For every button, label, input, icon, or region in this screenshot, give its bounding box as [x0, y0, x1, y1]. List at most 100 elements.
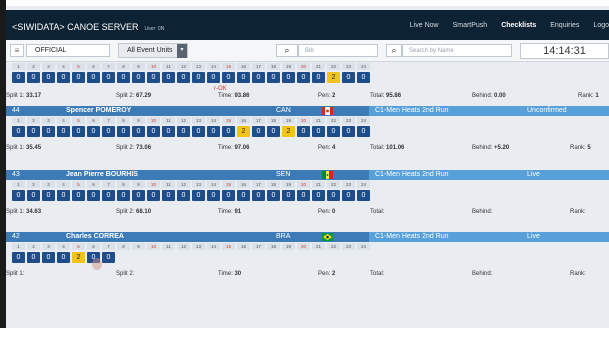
- name-search-input[interactable]: Search by Name: [402, 44, 512, 57]
- penalty-box[interactable]: 0: [207, 126, 220, 137]
- gate-number: 24: [357, 181, 370, 188]
- penalty-box[interactable]: 0: [42, 72, 55, 83]
- gate-number: 22: [327, 63, 340, 70]
- penalty-box[interactable]: 0: [312, 126, 325, 137]
- penalty-box[interactable]: 2: [282, 126, 295, 137]
- penalty-box[interactable]: 0: [57, 252, 70, 263]
- penalty-box[interactable]: 0: [27, 252, 40, 263]
- nav-logo[interactable]: Logo: [593, 22, 609, 29]
- penalty-box[interactable]: 0: [267, 72, 280, 83]
- penalty-box[interactable]: 0: [222, 126, 235, 137]
- pen: Pen: 0: [318, 209, 336, 215]
- penalty-box[interactable]: 0: [207, 72, 220, 83]
- main-nav: Live Now SmartPush Checklists Enquiries …: [410, 22, 609, 29]
- penalty-box[interactable]: 0: [57, 72, 70, 83]
- penalty-box[interactable]: 0: [87, 126, 100, 137]
- penalty-box[interactable]: 0: [327, 126, 340, 137]
- penalty-box[interactable]: 0: [252, 72, 265, 83]
- penalty-box[interactable]: 0: [222, 72, 235, 83]
- penalty-box[interactable]: 0: [222, 190, 235, 201]
- penalty-box[interactable]: 2: [237, 126, 250, 137]
- penalty-box[interactable]: 0: [12, 252, 25, 263]
- penalty-box[interactable]: 0: [42, 252, 55, 263]
- search-icon[interactable]: ⌕: [276, 44, 298, 57]
- penalty-box[interactable]: 0: [27, 190, 40, 201]
- penalty-box[interactable]: 0: [342, 126, 355, 137]
- penalty-box[interactable]: 0: [177, 190, 190, 201]
- penalty-box[interactable]: 0: [357, 126, 370, 137]
- user-label: User: 0N: [144, 26, 165, 32]
- penalty-box[interactable]: 0: [57, 126, 70, 137]
- penalty-box[interactable]: 0: [297, 72, 310, 83]
- penalty-box[interactable]: 0: [12, 72, 25, 83]
- penalty-box[interactable]: 0: [102, 252, 115, 263]
- penalty-box[interactable]: 0: [267, 190, 280, 201]
- penalty-box[interactable]: 0: [357, 190, 370, 201]
- nav-enquiries[interactable]: Enquiries: [550, 22, 579, 29]
- penalty-box[interactable]: 0: [297, 190, 310, 201]
- chevron-down-icon[interactable]: ▾: [177, 44, 187, 58]
- penalty-box[interactable]: 0: [87, 72, 100, 83]
- nav-live-now[interactable]: Live Now: [410, 22, 439, 29]
- penalty-box[interactable]: 0: [27, 126, 40, 137]
- penalty-box[interactable]: 0: [342, 190, 355, 201]
- event-units-select[interactable]: All Event Units ▾: [118, 43, 188, 58]
- penalty-box[interactable]: 0: [72, 190, 85, 201]
- official-field[interactable]: OFFICIAL: [26, 44, 110, 57]
- penalty-box[interactable]: 0: [252, 190, 265, 201]
- penalty-box[interactable]: 0: [102, 126, 115, 137]
- penalty-box[interactable]: 0: [282, 190, 295, 201]
- penalty-box[interactable]: 0: [132, 72, 145, 83]
- penalty-box[interactable]: 0: [87, 190, 100, 201]
- penalty-box[interactable]: 0: [12, 126, 25, 137]
- penalty-box[interactable]: 0: [312, 72, 325, 83]
- penalty-box[interactable]: 0: [72, 126, 85, 137]
- penalty-box[interactable]: 0: [177, 126, 190, 137]
- gate-number: 22: [327, 117, 340, 124]
- list-icon[interactable]: ≡: [10, 44, 24, 57]
- penalty-box[interactable]: 0: [177, 72, 190, 83]
- search-icon[interactable]: ⌕: [386, 44, 402, 57]
- penalty-box[interactable]: 0: [102, 72, 115, 83]
- penalty-box[interactable]: 0: [117, 190, 130, 201]
- penalty-box[interactable]: 0: [57, 190, 70, 201]
- penalty-box[interactable]: 2: [327, 72, 340, 83]
- penalty-box[interactable]: 0: [192, 72, 205, 83]
- penalty-box[interactable]: 0: [192, 126, 205, 137]
- penalty-box[interactable]: 0: [27, 72, 40, 83]
- penalty-box[interactable]: 0: [42, 126, 55, 137]
- rank: Rank:: [570, 209, 586, 215]
- penalty-box[interactable]: 0: [147, 126, 160, 137]
- nav-checklists[interactable]: Checklists: [501, 22, 536, 29]
- gate-number: 20: [297, 63, 310, 70]
- penalty-box[interactable]: 0: [42, 190, 55, 201]
- penalty-box[interactable]: 0: [192, 190, 205, 201]
- penalty-box[interactable]: 0: [12, 190, 25, 201]
- penalty-box[interactable]: 0: [267, 126, 280, 137]
- penalty-box[interactable]: 0: [147, 72, 160, 83]
- penalty-box[interactable]: 0: [162, 190, 175, 201]
- gate-number: 10: [147, 243, 160, 250]
- penalty-box[interactable]: 0: [297, 126, 310, 137]
- penalty-box[interactable]: 0: [252, 126, 265, 137]
- penalty-box[interactable]: 0: [237, 190, 250, 201]
- penalty-box[interactable]: 0: [132, 126, 145, 137]
- penalty-box[interactable]: 0: [312, 190, 325, 201]
- penalty-box[interactable]: 0: [147, 190, 160, 201]
- penalty-box[interactable]: 0: [327, 190, 340, 201]
- penalty-box[interactable]: 2: [72, 252, 85, 263]
- nav-smartpush[interactable]: SmartPush: [453, 22, 488, 29]
- bib-search-input[interactable]: Bib: [298, 44, 378, 57]
- penalty-box[interactable]: 0: [357, 72, 370, 83]
- penalty-box[interactable]: 0: [162, 72, 175, 83]
- penalty-box[interactable]: 0: [282, 72, 295, 83]
- penalty-box[interactable]: 0: [207, 190, 220, 201]
- penalty-box[interactable]: 0: [117, 72, 130, 83]
- penalty-box[interactable]: 0: [117, 126, 130, 137]
- penalty-box[interactable]: 0: [102, 190, 115, 201]
- penalty-box[interactable]: 0: [342, 72, 355, 83]
- penalty-box[interactable]: 0: [72, 72, 85, 83]
- penalty-box[interactable]: 0: [162, 126, 175, 137]
- penalty-box[interactable]: 0: [132, 190, 145, 201]
- penalty-box[interactable]: 0: [237, 72, 250, 83]
